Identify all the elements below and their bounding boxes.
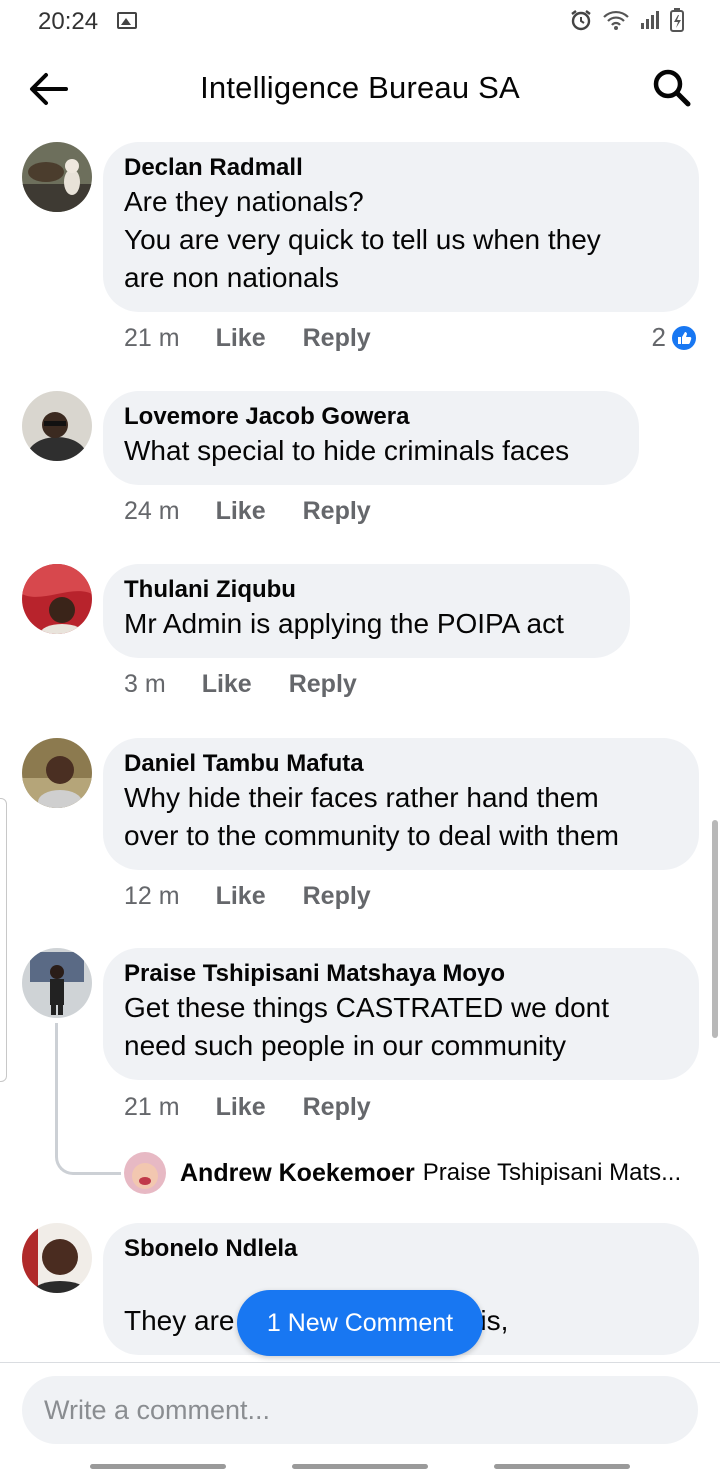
comment-author[interactable]: Declan Radmall [124, 153, 677, 183]
like-button[interactable]: Like [202, 670, 252, 699]
signal-icon [641, 11, 659, 29]
home-button[interactable] [292, 1464, 428, 1469]
image-notification-icon [117, 12, 137, 29]
system-nav-bar [0, 1450, 720, 1480]
reply-button[interactable]: Reply [303, 324, 371, 353]
wifi-icon [603, 10, 629, 30]
status-time: 20:24 [38, 8, 99, 35]
like-button[interactable]: Like [216, 1093, 266, 1122]
comment-actions: 24 m Like Reply [124, 497, 371, 526]
status-icons [569, 8, 684, 32]
comment-author[interactable]: Thulani Ziqubu [124, 575, 608, 605]
reply-button[interactable]: Reply [303, 882, 371, 911]
page-title: Intelligence Bureau SA [200, 70, 520, 105]
comment-bubble[interactable]: Declan Radmall Are they nationals? You a… [103, 142, 699, 312]
status-bar: 20:24 [0, 0, 720, 44]
comment-list[interactable]: Declan Radmall Are they nationals? You a… [0, 128, 720, 1362]
reply-preview[interactable]: Andrew Koekemoer Praise Tshipisani Mats.… [124, 1152, 681, 1194]
comment-text: Why hide their faces rather hand them ov… [124, 782, 619, 851]
avatar-photo [22, 564, 92, 634]
comment-actions: 21 m Like Reply [124, 1093, 371, 1122]
reaction-number: 2 [651, 322, 666, 352]
comment-bubble[interactable]: Praise Tshipisani Matshaya Moyo Get thes… [103, 948, 699, 1080]
comment-text: Get these things CASTRATED we dont need … [124, 992, 610, 1061]
avatar[interactable] [22, 391, 92, 461]
composer-bar: Write a comment... [0, 1362, 720, 1450]
comment-input[interactable]: Write a comment... [22, 1376, 698, 1444]
search-icon [653, 69, 691, 107]
header: Intelligence Bureau SA [0, 50, 720, 128]
avatar-photo [124, 1152, 166, 1194]
comment-author[interactable]: Sbonelo Ndlela [124, 1234, 677, 1264]
comment-author[interactable]: Praise Tshipisani Matshaya Moyo [124, 959, 677, 989]
avatar[interactable] [22, 738, 92, 808]
search-button[interactable] [650, 66, 694, 110]
comment-text: Mr Admin is applying the POIPA act [124, 608, 564, 639]
like-reaction-icon [670, 323, 698, 352]
avatar[interactable] [22, 142, 92, 212]
comment-time[interactable]: 12 m [124, 882, 180, 911]
comment-time[interactable]: 24 m [124, 497, 180, 526]
comment-time[interactable]: 3 m [124, 670, 166, 699]
reaction-count[interactable]: 2 [652, 322, 698, 353]
like-button[interactable]: Like [216, 882, 266, 911]
avatar[interactable] [22, 564, 92, 634]
comment-text: Are they nationals? You are very quick t… [124, 186, 601, 293]
comment-time[interactable]: 21 m [124, 324, 180, 353]
new-comment-button[interactable]: 1 New Comment [237, 1290, 483, 1356]
reply-author[interactable]: Andrew Koekemoer [180, 1159, 415, 1188]
avatar[interactable] [22, 948, 92, 1018]
comment-actions: 12 m Like Reply [124, 882, 371, 911]
avatar-photo [22, 948, 92, 1018]
comment-time[interactable]: 21 m [124, 1093, 180, 1122]
comment-bubble[interactable]: Daniel Tambu Mafuta Why hide their faces… [103, 738, 699, 870]
like-button[interactable]: Like [216, 497, 266, 526]
alarm-icon [571, 10, 591, 31]
comment-text: What special to hide criminals faces [124, 435, 570, 466]
back-nav-button[interactable] [494, 1464, 630, 1469]
avatar-photo [22, 1223, 92, 1293]
edge-panel-handle[interactable] [0, 798, 7, 1082]
avatar-photo [22, 391, 92, 461]
avatar[interactable] [22, 1223, 92, 1293]
reply-avatar[interactable] [124, 1152, 166, 1194]
comment-author[interactable]: Daniel Tambu Mafuta [124, 749, 677, 779]
scrollbar[interactable] [712, 820, 718, 1038]
comment-bubble[interactable]: Lovemore Jacob Gowera What special to hi… [103, 391, 639, 485]
comment-actions: 3 m Like Reply [124, 670, 357, 699]
reply-button[interactable]: Reply [289, 670, 357, 699]
reply-preview-text: Praise Tshipisani Mats... [422, 1159, 682, 1186]
battery-icon [670, 8, 684, 32]
recents-button[interactable] [90, 1464, 226, 1469]
reply-button[interactable]: Reply [303, 1093, 371, 1122]
avatar-photo [22, 738, 92, 808]
reply-button[interactable]: Reply [303, 497, 371, 526]
avatar-photo [22, 142, 92, 212]
like-button[interactable]: Like [216, 324, 266, 353]
comment-author[interactable]: Lovemore Jacob Gowera [124, 402, 617, 432]
comment-bubble[interactable]: Thulani Ziqubu Mr Admin is applying the … [103, 564, 630, 658]
comment-actions: 21 m Like Reply [124, 324, 371, 353]
